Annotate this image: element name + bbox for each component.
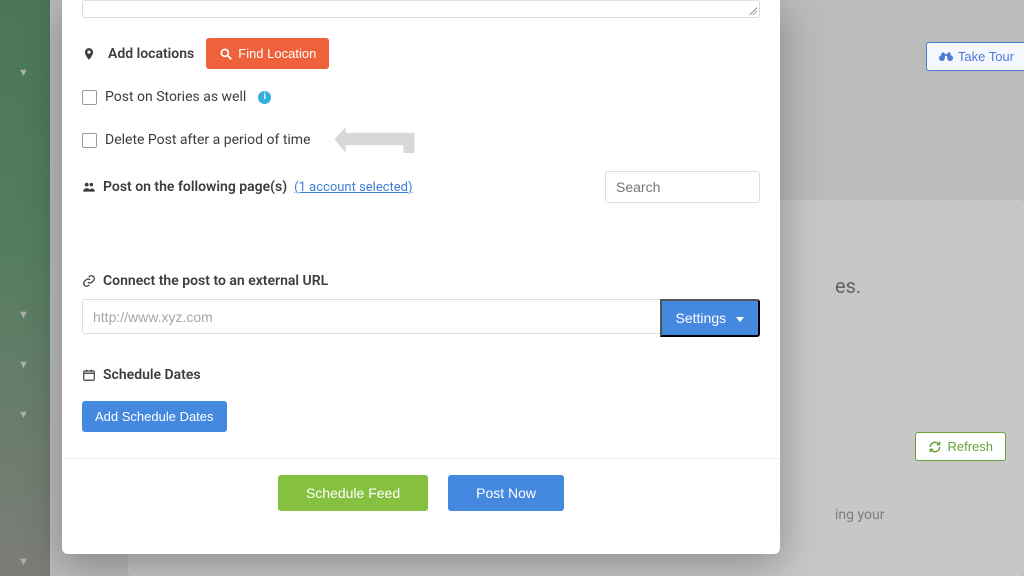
add-schedule-dates-button[interactable]: Add Schedule Dates — [82, 401, 227, 432]
binoculars-icon — [939, 50, 953, 64]
refresh-icon — [928, 440, 942, 454]
find-location-label: Find Location — [238, 46, 316, 61]
location-pin-icon — [82, 47, 96, 61]
accounts-selected-link[interactable]: (1 account selected) — [294, 180, 412, 195]
pages-search-input[interactable] — [605, 171, 760, 203]
users-icon — [82, 180, 96, 194]
stories-checkbox-label: Post on Stories as well — [105, 89, 246, 105]
url-settings-label: Settings — [676, 310, 727, 326]
link-icon — [82, 274, 96, 288]
connect-url-label: Connect the post to an external URL — [103, 273, 328, 289]
refresh-label: Refresh — [947, 439, 993, 454]
find-location-button[interactable]: Find Location — [206, 38, 329, 69]
external-url-input[interactable] — [82, 299, 660, 334]
delete-post-checkbox-label: Delete Post after a period of time — [105, 132, 311, 148]
search-icon — [219, 47, 233, 61]
take-tour-label: Take Tour — [958, 49, 1014, 64]
post-now-button[interactable]: Post Now — [448, 475, 564, 511]
schedule-feed-button[interactable]: Schedule Feed — [278, 475, 428, 511]
take-tour-button[interactable]: Take Tour — [926, 42, 1024, 71]
stories-checkbox[interactable] — [82, 90, 97, 105]
delete-post-checkbox[interactable] — [82, 133, 97, 148]
url-settings-button[interactable]: Settings — [660, 299, 760, 337]
schedule-dates-label: Schedule Dates — [103, 367, 201, 383]
calendar-icon — [82, 368, 96, 382]
refresh-button[interactable]: Refresh — [915, 432, 1006, 461]
caret-down-icon — [736, 317, 744, 322]
caption-textarea[interactable] — [82, 0, 760, 18]
add-locations-label: Add locations — [108, 46, 194, 62]
info-icon[interactable]: i — [258, 91, 271, 104]
compose-modal: Add locations Find Location Post on Stor… — [62, 0, 780, 554]
modal-footer: Schedule Feed Post Now — [82, 459, 760, 529]
post-pages-label: Post on the following page(s) — [103, 179, 287, 195]
arrow-hint-icon — [335, 127, 415, 153]
